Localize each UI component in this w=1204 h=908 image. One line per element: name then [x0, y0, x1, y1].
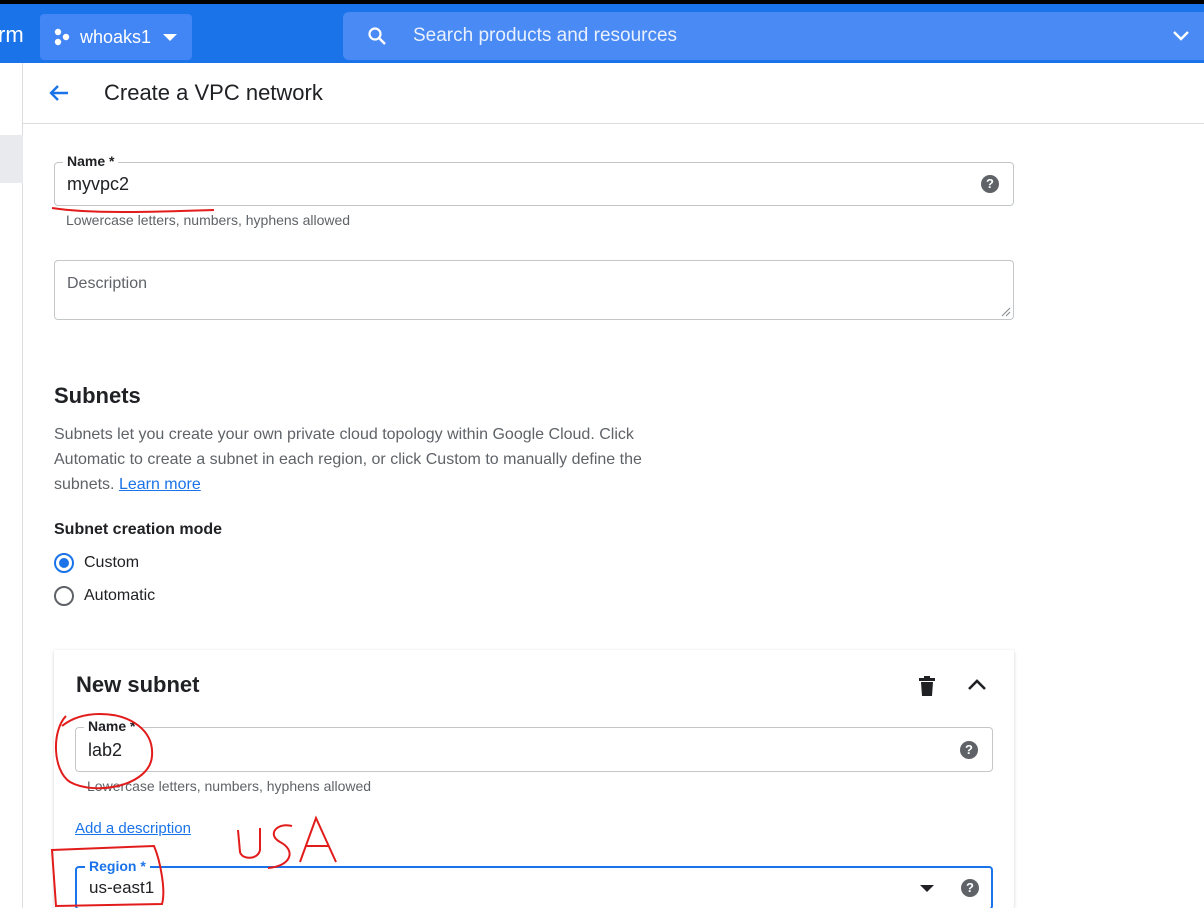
project-hub-icon: [54, 28, 70, 46]
trash-icon[interactable]: [918, 676, 936, 696]
description-textarea[interactable]: Description: [54, 260, 1014, 320]
region-value[interactable]: us-east1: [89, 878, 154, 898]
help-icon[interactable]: ?: [981, 175, 999, 193]
chevron-up-icon[interactable]: [966, 678, 988, 692]
project-name: whoaks1: [80, 26, 152, 47]
resize-handle-icon[interactable]: [1001, 307, 1011, 317]
search-icon: [368, 27, 386, 45]
radio-automatic-button[interactable]: [54, 586, 74, 606]
page-title: Create a VPC network: [104, 80, 323, 105]
network-name-hint: Lowercase letters, numbers, hyphens allo…: [66, 212, 351, 228]
help-icon[interactable]: ?: [960, 741, 978, 759]
dropdown-caret-icon[interactable]: [920, 885, 934, 892]
chevron-down-icon: [163, 33, 178, 41]
help-icon[interactable]: ?: [961, 879, 979, 897]
page-header: Create a VPC network: [23, 63, 1204, 124]
learn-more-link[interactable]: Learn more: [119, 476, 201, 493]
search-bar[interactable]: Search products and resources: [343, 12, 1204, 60]
left-nav-selected-item[interactable]: [0, 135, 23, 183]
subnet-name-field[interactable]: Name * lab2 ?: [75, 718, 993, 772]
subnet-name-label: Name *: [84, 718, 140, 734]
radio-automatic-label: Automatic: [84, 587, 156, 604]
subnet-mode-label: Subnet creation mode: [54, 521, 223, 538]
new-subnet-card: New subnet Name * lab2 ? Lowercase lette…: [54, 650, 1014, 908]
project-selector-button[interactable]: whoaks1: [40, 14, 192, 60]
search-expand-chevron-icon[interactable]: [1172, 30, 1190, 42]
region-select[interactable]: Region * us-east1 ?: [75, 858, 993, 908]
add-description-link[interactable]: Add a description: [75, 820, 191, 837]
top-bar: rm whoaks1 Search products and resources: [0, 0, 1204, 63]
network-name-label: Name *: [63, 153, 119, 169]
radio-custom[interactable]: Custom: [54, 553, 139, 573]
region-label: Region *: [85, 858, 150, 874]
subnets-description: Subnets let you create your own private …: [54, 422, 664, 497]
new-subnet-title: New subnet: [76, 672, 200, 697]
brand-fragment: rm: [0, 22, 24, 47]
subnet-name-hint: Lowercase letters, numbers, hyphens allo…: [87, 778, 372, 794]
search-input[interactable]: Search products and resources: [413, 25, 677, 47]
description-placeholder: Description: [67, 275, 148, 292]
radio-custom-label: Custom: [84, 554, 140, 571]
back-arrow-icon[interactable]: [47, 81, 71, 105]
network-name-field[interactable]: Name * myvpc2 ?: [54, 153, 1014, 206]
subnet-name-value[interactable]: lab2: [88, 740, 122, 761]
left-nav-rail: [0, 63, 23, 908]
network-name-value[interactable]: myvpc2: [67, 174, 129, 195]
radio-custom-button[interactable]: [54, 553, 74, 573]
radio-automatic[interactable]: Automatic: [54, 586, 155, 606]
subnets-heading: Subnets: [54, 383, 141, 408]
